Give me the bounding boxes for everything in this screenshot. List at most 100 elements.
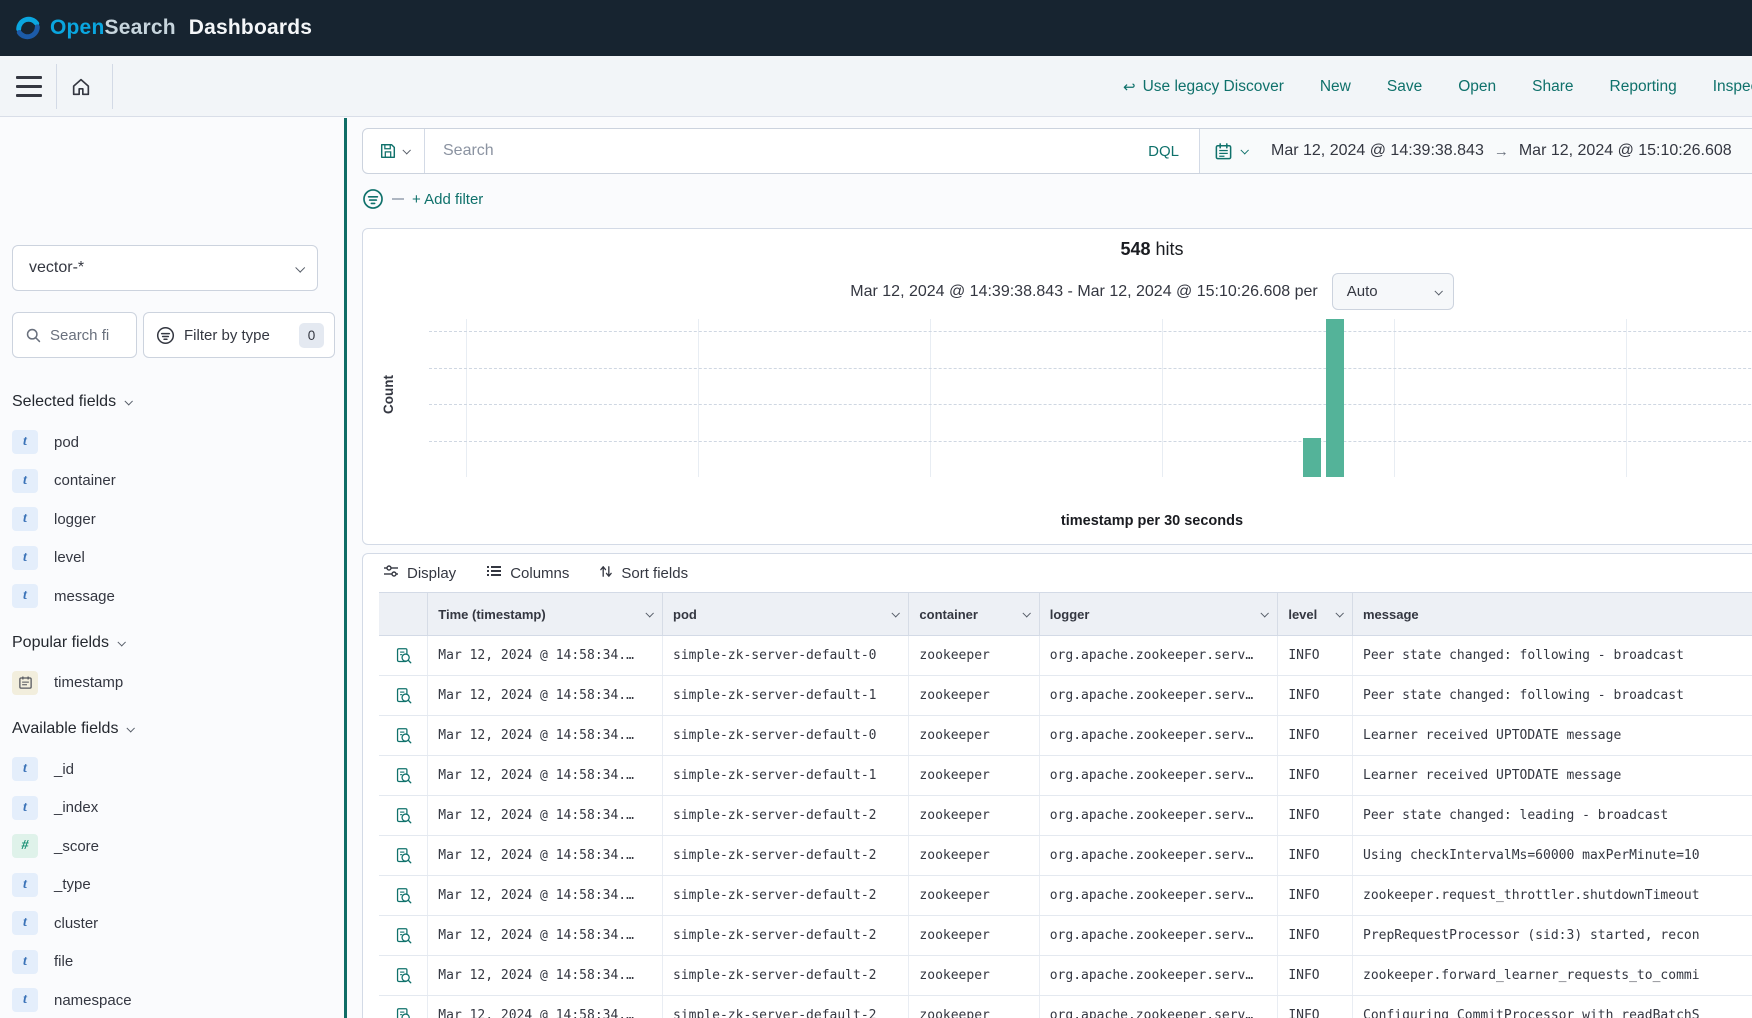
expand-row-button[interactable] <box>393 885 414 906</box>
expand-row-button[interactable] <box>393 765 414 786</box>
nav-menu-item-share[interactable]: Share <box>1532 78 1573 96</box>
filter-count-badge: 0 <box>299 323 324 348</box>
hits-label: hits <box>1156 239 1184 259</box>
field-item-logger[interactable]: tlogger <box>12 500 328 539</box>
field-item-timestamp[interactable]: timestamp <box>12 664 328 703</box>
histogram-bar[interactable] <box>1303 438 1321 477</box>
column-header-logger[interactable]: logger <box>1040 593 1279 635</box>
chevron-down-icon[interactable] <box>1240 146 1248 154</box>
sort-fields-button[interactable]: Sort fields <box>599 564 688 583</box>
section-heading-selected-fields[interactable]: Selected fields <box>12 389 328 415</box>
interval-select[interactable]: Auto <box>1332 273 1454 310</box>
x-gridline <box>466 319 467 477</box>
display-button[interactable]: Display <box>383 563 456 583</box>
index-pattern-select[interactable]: vector-* <box>12 245 318 291</box>
table-row: Mar 12, 2024 @ 14:58:34.…simple-zk-serve… <box>379 876 1752 916</box>
expand-row-button[interactable] <box>393 725 414 746</box>
column-header-container[interactable]: container <box>909 593 1039 635</box>
sort-chevron-icon[interactable] <box>645 609 653 617</box>
nav-menu-item-reporting[interactable]: Reporting <box>1610 78 1677 96</box>
cell-pod: simple-zk-server-default-0 <box>663 636 909 675</box>
sort-chevron-icon[interactable] <box>892 609 900 617</box>
data-grid: Time (timestamp)podcontainerloggerlevelm… <box>379 592 1752 1018</box>
cell-time: Mar 12, 2024 @ 14:58:34.… <box>428 676 663 715</box>
field-item-_type[interactable]: t_type <box>12 866 328 905</box>
column-header-pod[interactable]: pod <box>663 593 909 635</box>
expand-cell <box>379 956 428 995</box>
expand-row-button[interactable] <box>393 845 414 866</box>
cell-container: zookeeper <box>909 996 1039 1018</box>
sort-chevron-icon[interactable] <box>1261 609 1269 617</box>
section-heading-popular-fields[interactable]: Popular fields <box>12 630 328 656</box>
menu-hamburger-icon[interactable] <box>16 76 42 97</box>
expand-row-button[interactable] <box>393 925 414 946</box>
header-control-column <box>379 593 428 635</box>
field-label: namespace <box>54 992 132 1009</box>
field-item-pod[interactable]: tpod <box>12 423 328 462</box>
field-search-box[interactable] <box>12 312 137 358</box>
filter-by-type-button[interactable]: Filter by type 0 <box>143 312 335 358</box>
opensearch-logo-icon[interactable] <box>14 14 42 42</box>
field-item-_score[interactable]: #_score <box>12 827 328 866</box>
hits-count-line: 548 hits <box>363 239 1752 260</box>
expand-row-button[interactable] <box>393 805 414 826</box>
hits-count: 548 <box>1120 239 1150 259</box>
nav-menu-item-open[interactable]: Open <box>1458 78 1496 96</box>
field-item-container[interactable]: tcontainer <box>12 462 328 501</box>
field-item-namespace[interactable]: tnamespace <box>12 981 328 1018</box>
field-item-file[interactable]: tfile <box>12 943 328 982</box>
expand-row-button[interactable] <box>393 1005 414 1018</box>
field-type-date-badge <box>12 671 38 695</box>
field-type-text-badge: t <box>12 796 38 820</box>
field-type-text-badge: t <box>12 950 38 974</box>
field-item-level[interactable]: tlevel <box>12 539 328 578</box>
calendar-icon[interactable] <box>1214 142 1233 161</box>
filter-circle-icon[interactable] <box>362 188 384 210</box>
saved-query-button[interactable] <box>363 129 425 173</box>
expand-row-button[interactable] <box>393 685 414 706</box>
field-type-text-badge: t <box>12 507 38 531</box>
expand-cell <box>379 836 428 875</box>
field-label: _id <box>54 761 74 778</box>
date-picker: Mar 12, 2024 @ 14:39:38.843 → Mar 12, 20… <box>1199 129 1752 173</box>
expand-row-button[interactable] <box>393 965 414 986</box>
query-language-button[interactable]: DQL <box>1128 129 1199 173</box>
field-label: message <box>54 588 115 605</box>
columns-button[interactable]: Columns <box>486 563 569 583</box>
nav-menu-item-use-legacy-discover[interactable]: ↩Use legacy Discover <box>1123 78 1284 96</box>
nav-menu-item-inspect[interactable]: Inspect <box>1713 78 1752 96</box>
field-item-_index[interactable]: t_index <box>12 789 328 828</box>
add-filter-button[interactable]: + Add filter <box>412 191 483 208</box>
histogram-bar[interactable] <box>1326 319 1344 477</box>
field-item-message[interactable]: tmessage <box>12 577 328 616</box>
table-row: Mar 12, 2024 @ 14:58:34.…simple-zk-serve… <box>379 956 1752 996</box>
field-type-text-badge: t <box>12 911 38 935</box>
home-icon[interactable] <box>66 72 96 102</box>
field-label: file <box>54 953 73 970</box>
sidebar-resizer[interactable] <box>344 118 347 1018</box>
field-search-input[interactable] <box>50 327 120 344</box>
field-label: _score <box>54 838 99 855</box>
column-header-message[interactable]: message <box>1353 593 1752 635</box>
field-item-_id[interactable]: t_id <box>12 750 328 789</box>
table-body: Mar 12, 2024 @ 14:58:34.…simple-zk-serve… <box>379 636 1752 1018</box>
column-header-level[interactable]: level <box>1278 593 1353 635</box>
date-range-end[interactable]: Mar 12, 2024 @ 15:10:26.608 <box>1519 142 1732 160</box>
calendar-icon <box>18 675 33 690</box>
sort-chevron-icon[interactable] <box>1335 609 1343 617</box>
field-item-cluster[interactable]: tcluster <box>12 904 328 943</box>
cell-level: INFO <box>1278 676 1353 715</box>
cell-time: Mar 12, 2024 @ 14:58:34.… <box>428 956 663 995</box>
expand-row-button[interactable] <box>393 645 414 666</box>
column-header-time-timestamp[interactable]: Time (timestamp) <box>428 593 663 635</box>
search-input[interactable] <box>425 129 1125 173</box>
x-gridline <box>1626 319 1627 477</box>
chevron-down-icon <box>125 397 133 405</box>
section-heading-available-fields[interactable]: Available fields <box>12 716 328 742</box>
cell-logger: org.apache.zookeeper.serv… <box>1040 676 1279 715</box>
table-row: Mar 12, 2024 @ 14:58:34.…simple-zk-serve… <box>379 916 1752 956</box>
sort-chevron-icon[interactable] <box>1022 609 1030 617</box>
nav-menu-item-new[interactable]: New <box>1320 78 1351 96</box>
date-range-start[interactable]: Mar 12, 2024 @ 14:39:38.843 <box>1271 142 1484 160</box>
nav-menu-item-save[interactable]: Save <box>1387 78 1422 96</box>
